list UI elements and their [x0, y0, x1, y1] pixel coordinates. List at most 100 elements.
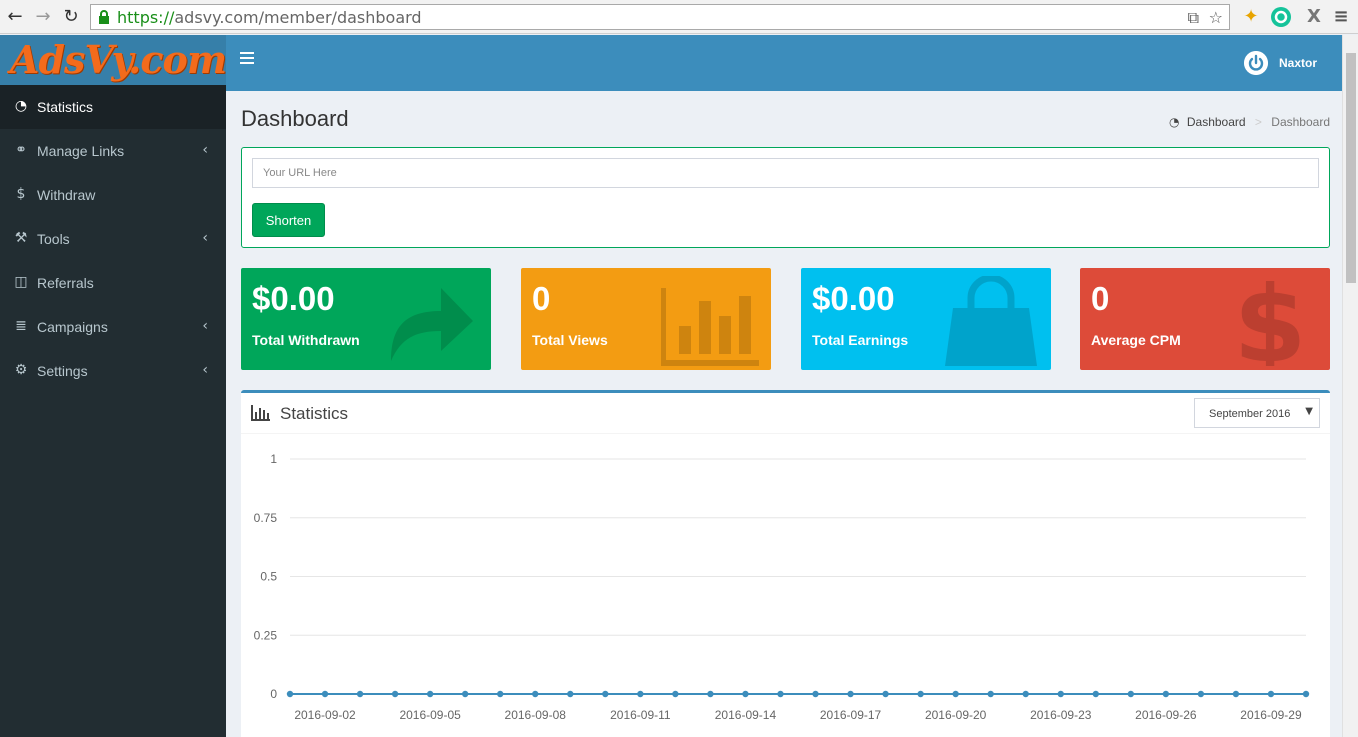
breadcrumb-link-dashboard[interactable]: Dashboard	[1187, 115, 1246, 129]
statistics-chart: 0 0.25 0.5 0.75 1 2016-09-02 2016-09-05 2016-09…	[254, 452, 1310, 722]
data-point	[987, 690, 994, 698]
x-tick-label: 2016-09-23	[1030, 708, 1092, 722]
url-input[interactable]	[252, 158, 1319, 188]
back-icon[interactable]: ←	[4, 6, 26, 28]
lock-icon	[99, 10, 109, 24]
data-point	[602, 690, 609, 698]
page-scrollbar[interactable]	[1342, 35, 1358, 737]
x-tick-label: 2016-09-05	[399, 708, 461, 722]
data-point	[1302, 690, 1310, 698]
stat-label: Total Withdrawn	[252, 332, 360, 348]
reload-icon[interactable]: ↻	[60, 6, 82, 28]
data-point	[847, 690, 854, 698]
wrench-icon: ⚒	[14, 230, 28, 246]
translate-icon[interactable]: ⧉	[1188, 8, 1199, 28]
data-point	[1232, 690, 1240, 698]
data-point	[321, 690, 329, 698]
y-tick-label: 1	[270, 452, 277, 466]
dashboard-icon: ◔	[1169, 115, 1180, 129]
stat-box-total-views: 0 Total Views	[521, 268, 771, 370]
data-point	[917, 690, 924, 698]
stat-value: $0.00	[252, 280, 335, 317]
sidebar-menu: ◔ Statistics ⚭ Manage Links ‹ $ Withdraw…	[0, 85, 226, 393]
data-point	[286, 690, 294, 698]
data-point	[952, 690, 959, 698]
link-icon: ⚭	[15, 142, 27, 158]
x-tick-label: 2016-09-08	[505, 708, 567, 722]
power-icon	[1244, 51, 1268, 75]
sidebar-item-referrals[interactable]: ◫ Referrals	[0, 261, 226, 305]
data-point	[1162, 690, 1170, 698]
extension-grammarly-icon[interactable]	[1270, 6, 1292, 28]
logo-text: AdsVy.com	[10, 37, 226, 82]
user-menu[interactable]: Naxtor	[1244, 51, 1336, 77]
sidebar-item-label: Manage Links	[37, 143, 125, 159]
stat-value: 0	[1091, 280, 1110, 317]
stat-value: 0	[532, 280, 551, 317]
share-arrow-icon	[391, 288, 473, 361]
breadcrumb: ◔ Dashboard > Dashboard	[1169, 115, 1330, 129]
data-point	[742, 690, 749, 698]
data-point	[707, 690, 714, 698]
logo[interactable]: AdsVy.com	[0, 35, 226, 85]
shorten-url-box: Shorten	[241, 147, 1330, 248]
data-point	[672, 690, 679, 698]
gears-icon: ⚙	[14, 362, 28, 378]
data-point	[1127, 690, 1135, 698]
data-point	[426, 690, 434, 698]
address-bar[interactable]: https://adsvy.com/member/dashboard ⧉ ☆	[90, 4, 1230, 30]
data-point	[1022, 690, 1029, 698]
sidebar-item-tools[interactable]: ⚒ Tools ‹	[0, 217, 226, 261]
browser-menu-icon[interactable]: ≡	[1330, 6, 1352, 28]
x-tick-label: 2016-09-20	[925, 708, 987, 722]
stat-label: Total Earnings	[812, 332, 909, 348]
star-icon[interactable]: ☆	[1209, 8, 1223, 27]
x-tick-label: 2016-09-26	[1135, 708, 1197, 722]
sidebar-item-label: Tools	[37, 231, 70, 247]
top-navbar: Naxtor	[226, 35, 1358, 91]
svg-text:$: $	[1233, 276, 1306, 366]
sidebar-item-campaigns[interactable]: ≣ Campaigns ‹	[0, 305, 226, 349]
x-tick-label: 2016-09-14	[715, 708, 777, 722]
dollar-icon: $	[16, 186, 26, 202]
x-tick-label: 2016-09-11	[610, 708, 671, 722]
sidebar-item-label: Referrals	[37, 275, 94, 291]
user-name: Naxtor	[1279, 56, 1318, 70]
scrollbar-thumb[interactable]	[1346, 53, 1356, 283]
data-point	[567, 690, 574, 698]
data-point	[812, 690, 819, 698]
sidebar-item-manage-links[interactable]: ⚭ Manage Links ‹	[0, 129, 226, 173]
shopping-bag-icon	[945, 276, 1037, 366]
sidebar: AdsVy.com ◔ Statistics ⚭ Manage Links ‹ …	[0, 35, 226, 737]
data-point	[1057, 690, 1064, 698]
breadcrumb-separator: >	[1254, 115, 1262, 129]
chevron-left-icon: ‹	[202, 318, 208, 334]
y-tick-label: 0.5	[260, 570, 277, 584]
extension-x-icon[interactable]: X	[1303, 6, 1325, 28]
data-point	[1267, 690, 1275, 698]
y-tick-label: 0.25	[254, 628, 278, 642]
stat-box-total-withdrawn: $0.00 Total Withdrawn	[241, 268, 491, 370]
data-point	[391, 690, 399, 698]
chevron-left-icon: ‹	[202, 230, 208, 246]
sidebar-item-statistics[interactable]: ◔ Statistics	[0, 85, 226, 129]
data-point	[1092, 690, 1099, 698]
sidebar-toggle-icon[interactable]	[240, 52, 254, 66]
x-tick-label: 2016-09-29	[1240, 708, 1302, 722]
sidebar-item-label: Campaigns	[37, 319, 108, 335]
shorten-button[interactable]: Shorten	[252, 203, 325, 237]
statistics-panel: Statistics September 2016 ▼ 0 0.25 0.5 0.75…	[241, 390, 1330, 737]
data-point	[497, 690, 504, 698]
extension-network-icon[interactable]: ✦	[1240, 6, 1262, 28]
sidebar-item-withdraw[interactable]: $ Withdraw	[0, 173, 226, 217]
browser-toolbar: ← → ↻ https://adsvy.com/member/dashboard…	[0, 0, 1358, 34]
page-title: Dashboard	[241, 106, 349, 131]
y-tick-label: 0	[270, 687, 277, 701]
stat-label: Total Views	[532, 332, 608, 348]
stat-label: Average CPM	[1091, 332, 1181, 348]
stat-box-average-cpm: 0 Average CPM $	[1080, 268, 1330, 370]
forward-icon[interactable]: →	[32, 6, 54, 28]
sidebar-item-label: Settings	[37, 363, 88, 379]
sidebar-item-settings[interactable]: ⚙ Settings ‹	[0, 349, 226, 393]
x-tick-label: 2016-09-02	[294, 708, 356, 722]
